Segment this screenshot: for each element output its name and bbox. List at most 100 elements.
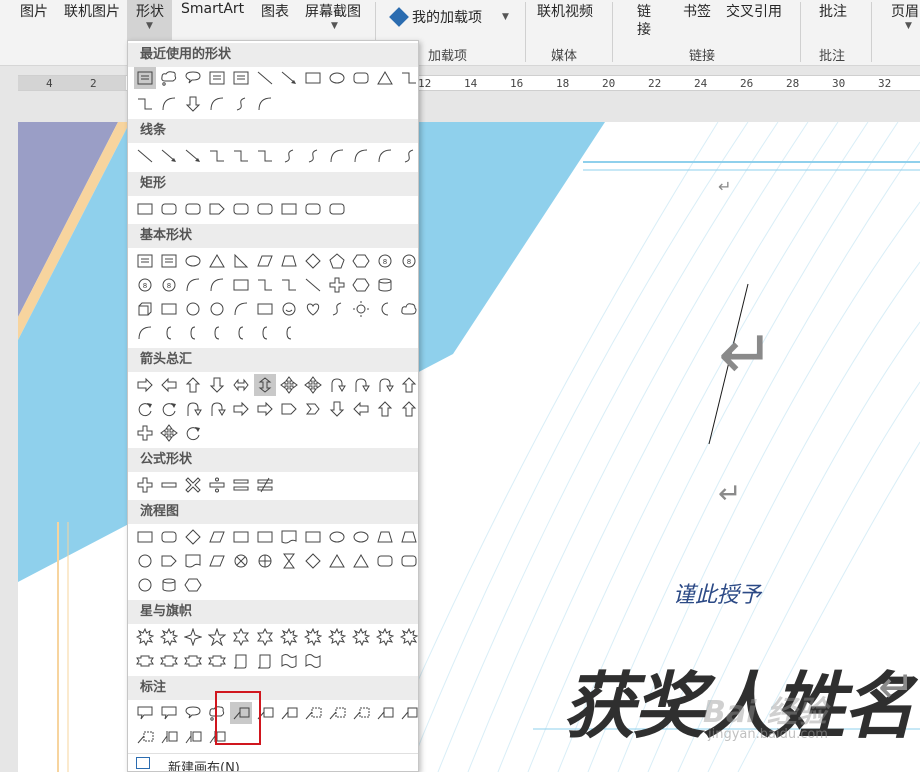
shape-mult-icon[interactable] [182,474,204,496]
shape-rect-icon[interactable] [302,67,324,89]
shape-burst-icon[interactable] [302,626,324,648]
shape-textbox-icon[interactable] [158,250,180,272]
shape-rrect-icon[interactable] [230,198,252,220]
shape-arr-d-icon[interactable] [326,398,348,420]
shape-minus-icon[interactable] [158,474,180,496]
shape-uturn-icon[interactable] [206,398,228,420]
shape-uturn-icon[interactable] [374,374,396,396]
shape-plus-icon[interactable] [134,422,156,444]
shape-line-callout-icon[interactable] [374,702,396,724]
shape-arr-l-icon[interactable] [350,398,372,420]
shape-line-callout-bar-icon[interactable] [182,726,204,748]
shape-trap-icon[interactable] [398,526,418,548]
shape-trap-icon[interactable] [374,526,396,548]
shape-hex-icon[interactable] [182,574,204,596]
shapes-button[interactable]: 形状 [127,0,172,40]
shape-rect-icon[interactable] [230,526,252,548]
shape-oval-icon[interactable]: 8 [398,250,418,272]
shape-brace-icon[interactable] [278,322,300,344]
shape-pent-icon[interactable] [326,250,348,272]
shape-burst-icon[interactable] [134,626,156,648]
shape-curve-icon[interactable] [230,298,252,320]
shape-ellipse-icon[interactable] [326,526,348,548]
shape-para-icon[interactable] [254,250,276,272]
shape-curve-icon[interactable] [158,93,180,115]
link-button-line1[interactable]: 链 [637,1,651,21]
screenshot-dropdown-icon[interactable]: ▼ [331,21,338,31]
shape-ribbon-icon[interactable] [182,650,204,672]
shape-curve-icon[interactable] [254,93,276,115]
shape-curve-icon[interactable] [134,322,156,344]
cross-reference-button[interactable]: 交叉引用 [726,1,782,21]
shape-arr-l-icon[interactable] [158,374,180,396]
screenshot-button[interactable]: 屏幕截图 [305,1,361,21]
shape-burst-icon[interactable] [374,626,396,648]
smartart-button[interactable]: SmartArt [181,1,244,17]
shape-hex-icon[interactable] [350,250,372,272]
shape-wave-icon[interactable] [302,650,324,672]
online-pictures-button[interactable]: 联机图片 [64,1,120,21]
shape-uturn-icon[interactable] [182,398,204,420]
shape-rrect-icon[interactable] [374,550,396,572]
shape-ellipse-icon[interactable] [350,526,372,548]
shape-trap-icon[interactable] [278,250,300,272]
shape-squiggle-icon[interactable] [398,145,418,167]
shape-rrect-icon[interactable] [398,550,418,572]
shape-textbox-icon[interactable] [206,67,228,89]
shape-arr-u-icon[interactable] [374,398,396,420]
shape-squiggle-icon[interactable] [302,145,324,167]
shape-circarr-icon[interactable] [158,398,180,420]
shape-plus-icon[interactable] [326,274,348,296]
pictures-button[interactable]: 图片 [20,1,48,21]
shape-quad-icon[interactable] [158,422,180,444]
shape-quad-icon[interactable] [302,374,324,396]
shape-line-callout-d-icon[interactable] [302,702,324,724]
shape-arr-lr-icon[interactable] [230,374,252,396]
shape-para-icon[interactable] [206,550,228,572]
shape-elbow-icon[interactable] [398,67,418,89]
shape-arr-u-icon[interactable] [398,374,418,396]
shape-squiggle-icon[interactable] [278,145,300,167]
shape-uturn-icon[interactable] [326,374,348,396]
shape-tri-icon[interactable] [374,67,396,89]
shape-brace-icon[interactable] [182,322,204,344]
shape-elbow-icon[interactable] [134,93,156,115]
shape-ellipse-icon[interactable] [326,67,348,89]
shape-pentarr-icon[interactable] [278,398,300,420]
shape-arr-d-icon[interactable] [206,374,228,396]
my-addins-dropdown-icon[interactable]: ▼ [502,12,509,22]
shape-rect-icon[interactable] [134,198,156,220]
shape-arr-d-icon[interactable] [182,93,204,115]
shape-oval-icon[interactable]: 8 [374,250,396,272]
shape-pentarr-icon[interactable] [158,550,180,572]
shape-curve-icon[interactable] [182,274,204,296]
shape-line-callout-icon[interactable] [398,702,418,724]
shape-callout-rect-icon[interactable] [134,702,156,724]
shape-moon-icon[interactable] [374,298,396,320]
shape-arrowline-icon[interactable] [182,145,204,167]
shape-ribbon-icon[interactable] [206,650,228,672]
shape-divide-icon[interactable] [206,474,228,496]
shape-hex-icon[interactable] [350,274,372,296]
shape-ellipse-icon[interactable] [182,250,204,272]
shape-circarr-icon[interactable] [182,422,204,444]
shape-arr-r-icon[interactable] [230,398,252,420]
shape-textbox-icon[interactable] [134,250,156,272]
shape-tri-icon[interactable] [326,550,348,572]
shape-cyl-icon[interactable] [374,274,396,296]
shape-burst-icon[interactable] [326,626,348,648]
shape-diamond-icon[interactable] [182,526,204,548]
shape-arr-u-icon[interactable] [182,374,204,396]
shape-quad-icon[interactable] [278,374,300,396]
shape-arr-r-icon[interactable] [254,398,276,420]
shape-star6-icon[interactable] [230,626,252,648]
shape-line-callout-d-icon[interactable] [134,726,156,748]
shape-burst-icon[interactable] [158,626,180,648]
shape-scroll-icon[interactable] [254,650,276,672]
shape-line-icon[interactable] [254,67,276,89]
header-button[interactable]: 页眉 [891,1,919,21]
shape-oval-icon[interactable]: 8 [158,274,180,296]
shape-squiggle-icon[interactable] [326,298,348,320]
bookmark-button[interactable]: 书签 [683,1,711,21]
shape-cyl-icon[interactable] [158,574,180,596]
